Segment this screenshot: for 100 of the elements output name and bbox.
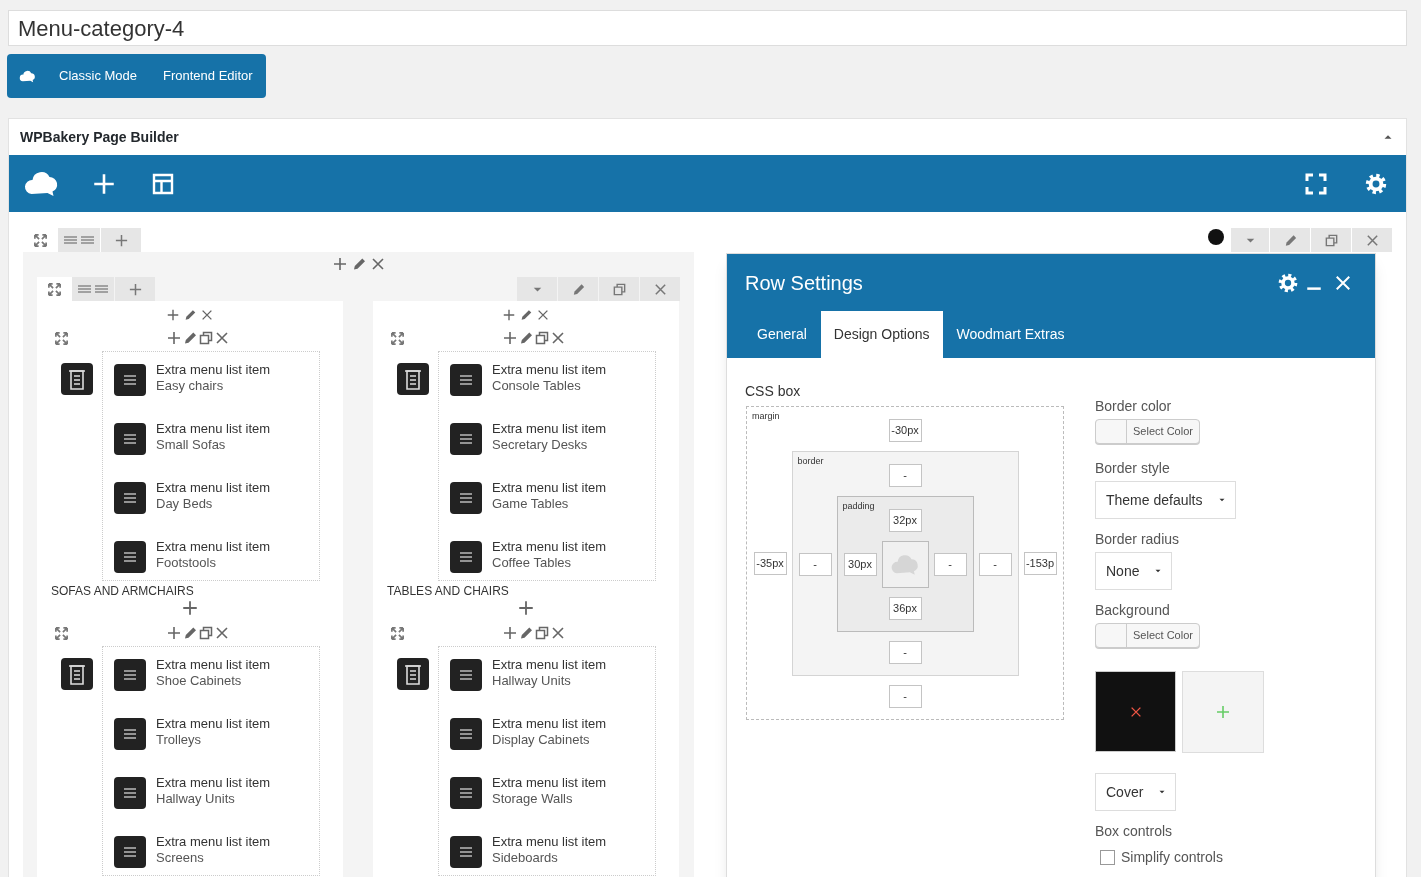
clone-icon[interactable]: [534, 625, 550, 641]
expand-icon[interactable]: [54, 626, 69, 641]
list-item-icon[interactable]: [114, 836, 146, 868]
layout-icon[interactable]: [151, 171, 175, 196]
list-item-icon[interactable]: [450, 423, 482, 455]
logo-icon[interactable]: [19, 68, 36, 84]
edit-icon[interactable]: [518, 330, 534, 346]
close-icon[interactable]: [214, 625, 230, 641]
list-item-icon[interactable]: [114, 659, 146, 691]
edit-icon[interactable]: [182, 625, 198, 641]
close-icon[interactable]: [200, 308, 214, 322]
add-icon: [1215, 704, 1231, 720]
list-item-icon[interactable]: [450, 482, 482, 514]
close-icon: [1364, 232, 1380, 248]
tab[interactable]: General: [744, 311, 820, 358]
list-item-icon[interactable]: [114, 718, 146, 750]
select-dropdown[interactable]: Theme defaults: [1095, 481, 1236, 519]
add-icon[interactable]: [502, 625, 518, 641]
add-column-button[interactable]: [101, 228, 141, 252]
clone-icon[interactable]: [198, 625, 214, 641]
box-label: padding: [842, 500, 875, 513]
fullscreen-icon[interactable]: [1304, 171, 1328, 196]
color-picker-button[interactable]: Select Color: [1095, 419, 1200, 444]
item-title: Extra menu list item: [492, 362, 607, 378]
close-icon[interactable]: [550, 330, 566, 346]
tab[interactable]: Design Options: [820, 311, 943, 358]
value-field[interactable]: -35px: [753, 552, 787, 575]
mode-button[interactable]: Frontend Editor: [163, 66, 253, 86]
value-field[interactable]: -: [888, 641, 922, 664]
clone-button[interactable]: [1311, 228, 1351, 252]
close-icon[interactable]: [214, 330, 230, 346]
list-item-icon[interactable]: [450, 718, 482, 750]
close-icon[interactable]: [369, 256, 386, 272]
item-title: Extra menu list item: [492, 657, 607, 673]
value-field[interactable]: 30px: [843, 553, 877, 576]
list-item-icon[interactable]: [450, 364, 482, 396]
plus-icon: [127, 281, 143, 297]
edit-icon[interactable]: [183, 308, 197, 322]
checkbox[interactable]: [1100, 850, 1115, 865]
add-icon[interactable]: [166, 308, 180, 322]
row-color-dot: [1208, 229, 1224, 245]
value-field[interactable]: 36px: [888, 597, 922, 620]
title-field[interactable]: Menu-category-4: [8, 10, 1407, 46]
list-item-icon[interactable]: [450, 659, 482, 691]
list-item-icon[interactable]: [114, 777, 146, 809]
add-icon[interactable]: [502, 308, 516, 322]
item-title: Extra menu list item: [156, 657, 271, 673]
value-field[interactable]: -: [888, 685, 922, 708]
edit-icon[interactable]: [518, 625, 534, 641]
menu-element-icon[interactable]: [397, 658, 429, 690]
clone-button[interactable]: [599, 277, 639, 301]
item-subtitle: Display Cabinets: [492, 732, 591, 747]
tab[interactable]: Woodmart Extras: [943, 311, 1078, 358]
item-title: Extra menu list item: [492, 480, 607, 496]
list-item-icon[interactable]: [114, 541, 146, 573]
clone-icon[interactable]: [534, 330, 550, 346]
value-field[interactable]: -: [978, 552, 1012, 576]
list-item-icon[interactable]: [114, 364, 146, 396]
value-field[interactable]: -153p: [1023, 552, 1057, 575]
edit-button[interactable]: [1270, 228, 1310, 252]
value-field[interactable]: -: [798, 552, 832, 576]
expand-icon[interactable]: [390, 626, 405, 641]
list-item-icon[interactable]: [450, 836, 482, 868]
expand-icon[interactable]: [390, 331, 405, 346]
edit-button[interactable]: [558, 277, 598, 301]
add-icon[interactable]: [331, 256, 348, 272]
add-icon[interactable]: [502, 330, 518, 346]
value-field[interactable]: 32px: [888, 509, 922, 532]
mode-button[interactable]: Classic Mode: [59, 66, 138, 86]
item-title: Extra menu list item: [156, 539, 271, 555]
menu-element-icon[interactable]: [61, 363, 93, 395]
add-icon[interactable]: [166, 330, 182, 346]
list-item-icon[interactable]: [450, 541, 482, 573]
menu-element-icon[interactable]: [61, 658, 93, 690]
clone-icon[interactable]: [198, 330, 214, 346]
value-field[interactable]: -: [933, 553, 967, 576]
value-field[interactable]: -: [888, 464, 922, 487]
add-icon[interactable]: [517, 599, 535, 617]
close-icon[interactable]: [550, 625, 566, 641]
select-dropdown[interactable]: None: [1095, 552, 1173, 590]
section-label: CSS box: [745, 382, 802, 401]
add-icon[interactable]: [181, 599, 199, 617]
item-title: Extra menu list item: [156, 480, 271, 496]
edit-icon[interactable]: [182, 330, 198, 346]
expand-icon[interactable]: [54, 331, 69, 346]
select-dropdown[interactable]: Cover: [1095, 773, 1177, 811]
settings-icon[interactable]: [1277, 271, 1299, 294]
edit-icon[interactable]: [519, 308, 533, 322]
add-column-button[interactable]: [115, 277, 155, 301]
item-subtitle: Sideboards: [492, 850, 559, 865]
add-icon[interactable]: [166, 625, 182, 641]
color-picker-button[interactable]: Select Color: [1095, 623, 1200, 648]
settings-icon[interactable]: [1364, 171, 1388, 196]
list-item-icon[interactable]: [114, 423, 146, 455]
toggle-button[interactable]: [37, 277, 72, 301]
value-field[interactable]: -30px: [888, 419, 922, 442]
close-icon[interactable]: [536, 308, 550, 322]
menu-element-icon[interactable]: [397, 363, 429, 395]
list-item-icon[interactable]: [114, 482, 146, 514]
list-item-icon[interactable]: [450, 777, 482, 809]
